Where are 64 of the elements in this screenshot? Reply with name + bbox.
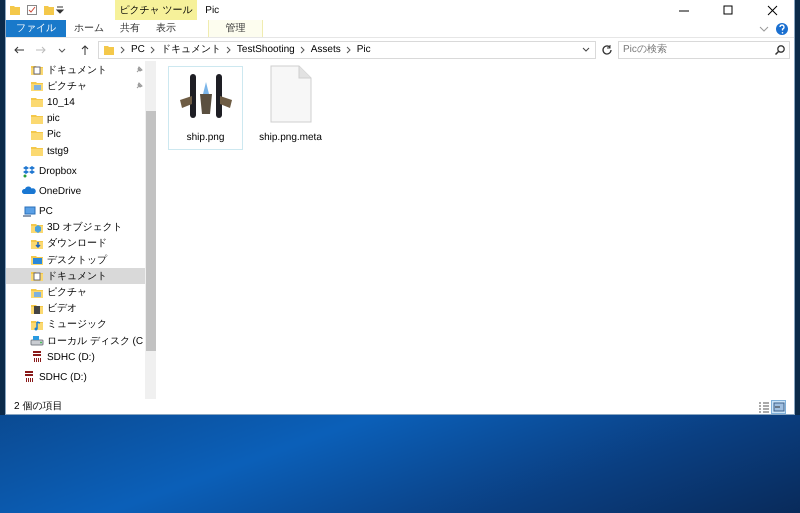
breadcrumb[interactable]: Pic	[356, 42, 371, 57]
nav-item[interactable]: デスクトップ	[6, 252, 146, 268]
chevron-icon	[150, 44, 156, 54]
ribbon-group-title: ピクチャ ツール	[114, 0, 198, 20]
nav-item[interactable]: SDHC (D:)	[6, 349, 146, 366]
folder-icon	[30, 95, 44, 110]
nav-item[interactable]: ドキュメント	[6, 62, 146, 78]
help-icon[interactable]	[775, 20, 789, 37]
folder-icon	[30, 269, 44, 284]
caret-icon[interactable]	[54, 4, 64, 16]
folder-icon	[30, 63, 44, 78]
breadcrumb[interactable]: PC	[131, 42, 145, 57]
ribbon-tab[interactable]: ホーム	[66, 20, 112, 37]
nav-item[interactable]: OneDrive	[6, 183, 146, 200]
ribbon-tab[interactable]: 表示	[148, 20, 184, 37]
file-name: ship.png.meta	[259, 131, 322, 145]
chevron-icon	[300, 44, 306, 54]
ribbon-tab[interactable]: 共有	[112, 20, 148, 37]
nav-item[interactable]: ミュージック	[6, 316, 146, 333]
search-icon	[774, 44, 786, 56]
breadcrumb[interactable]: ドキュメント	[160, 42, 221, 57]
file-item[interactable]: ship.png	[168, 66, 243, 150]
nav-item[interactable]: SDHC (D:)	[6, 369, 146, 386]
nav-item[interactable]: 10_14	[6, 94, 146, 111]
ribbon-tab[interactable]: ファイル	[6, 20, 66, 37]
nav-item[interactable]: PC	[6, 204, 146, 220]
file-name: ship.png	[186, 131, 224, 145]
checkbox-icon[interactable]	[26, 4, 38, 16]
sd-card-icon	[30, 350, 44, 364]
breadcrumb[interactable]: Assets	[310, 42, 341, 57]
folder-icon	[30, 144, 44, 158]
nav-item[interactable]: ドキュメント	[6, 268, 146, 284]
address-bar[interactable]: PC ドキュメント TestShooting Assets Pic	[98, 40, 596, 58]
nav-item[interactable]: 3D オブジェクト	[6, 220, 146, 236]
search-field[interactable]: Picの検索	[618, 40, 790, 58]
chevron-icon[interactable]	[581, 44, 591, 54]
scrollbar[interactable]	[145, 61, 156, 399]
boxes-icon	[22, 164, 36, 178]
computer-icon	[22, 204, 36, 219]
nav-item[interactable]: ピクチャ	[6, 78, 146, 94]
chevron-icon	[346, 44, 352, 54]
nav-item[interactable]: ビデオ	[6, 300, 146, 317]
chevron-icon	[120, 44, 126, 54]
file-item[interactable]: ship.png.meta	[253, 66, 328, 150]
chevron-icon	[226, 44, 232, 54]
nav-item[interactable]: Dropbox	[6, 163, 146, 180]
drive-icon	[30, 334, 44, 348]
breadcrumb[interactable]: TestShooting	[236, 42, 295, 57]
refresh-icon[interactable]	[600, 42, 614, 56]
details-view-button[interactable]	[756, 400, 771, 414]
nav-item[interactable]: ダウンロード	[6, 236, 146, 252]
nav-item[interactable]: ローカル ディスク (C	[6, 333, 146, 350]
folder-icon	[30, 79, 44, 94]
ribbon-tab[interactable]: 管理	[208, 20, 263, 37]
folder-icon	[103, 44, 115, 56]
nav-item[interactable]: pic	[6, 110, 146, 127]
nav-item[interactable]: Pic	[6, 126, 146, 143]
nav-item[interactable]: ピクチャ	[6, 284, 146, 301]
sd-card-icon	[22, 370, 36, 384]
nav-item[interactable]: tstg9	[6, 142, 146, 160]
large-icons-view-button[interactable]	[771, 400, 786, 414]
folder-icon	[30, 253, 44, 268]
window-title: Pic	[205, 4, 220, 18]
status-text: 2 個の項目	[14, 400, 62, 414]
